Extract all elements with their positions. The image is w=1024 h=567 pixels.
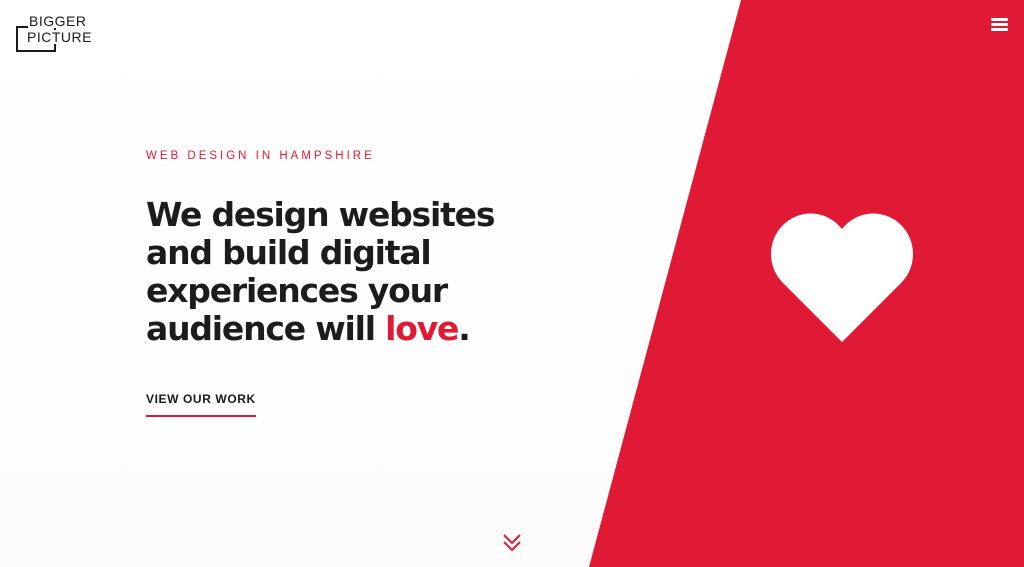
bigger-picture-logo[interactable]: BIGGER PICTURE: [16, 14, 98, 54]
hero-headline: We design websites and build digital exp…: [146, 196, 566, 348]
headline-period: .: [458, 309, 471, 348]
hero-eyebrow: WEB DESIGN IN HAMPSHIRE: [146, 150, 375, 162]
menu-bar: [991, 23, 1008, 26]
headline-accent-word: love: [385, 309, 459, 348]
logo-line-1: BIGGER: [28, 13, 88, 29]
headline-line-3: experiences your: [146, 271, 448, 310]
heart-icon: [771, 211, 913, 343]
headline-line-2: and build digital: [146, 233, 432, 272]
menu-bar: [991, 28, 1008, 31]
headline-line-4: audience will: [146, 309, 386, 348]
hamburger-menu-icon[interactable]: [991, 18, 1008, 32]
menu-bar: [991, 18, 1008, 21]
hero-page: BIGGER PICTURE WEB DESIGN IN HAMPSHIRE W…: [0, 0, 1024, 567]
view-our-work-link[interactable]: VIEW OUR WORK: [146, 392, 256, 417]
headline-line-1: We design websites: [146, 195, 495, 234]
logo-line-2: PICTURE: [26, 29, 93, 45]
chevron-double-down-icon[interactable]: [502, 532, 522, 554]
